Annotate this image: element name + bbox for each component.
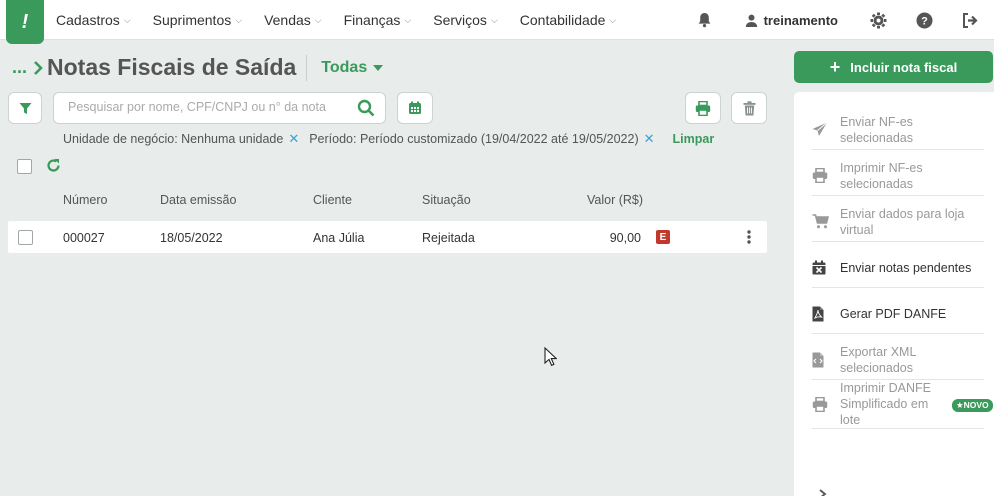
printer-icon bbox=[812, 396, 834, 412]
chevron-down-icon: ⌵ bbox=[123, 14, 131, 25]
user-menu[interactable]: treinamento bbox=[745, 13, 838, 28]
trash-icon bbox=[743, 100, 755, 115]
page-header: ... Notas Fiscais de Saída Todas bbox=[12, 54, 384, 81]
page-title: Notas Fiscais de Saída bbox=[47, 54, 297, 80]
main-nav: Cadastros ⌵ Suprimentos ⌵ Vendas ⌵ Finanças… bbox=[56, 0, 638, 40]
plus-icon: + bbox=[829, 56, 841, 77]
cell-situacao: Rejeitada bbox=[422, 231, 475, 245]
date-filter-button[interactable] bbox=[397, 92, 433, 124]
cell-valor: 90,00 bbox=[609, 231, 641, 245]
app-logo[interactable]: ! bbox=[6, 0, 44, 44]
username: treinamento bbox=[763, 12, 838, 28]
calendar-icon bbox=[409, 101, 421, 114]
select-all-checkbox[interactable] bbox=[17, 159, 32, 174]
top-right-actions: treinamento ? bbox=[695, 0, 994, 40]
add-invoice-button[interactable]: + Incluir nota fiscal bbox=[794, 51, 993, 83]
gear-icon[interactable] bbox=[868, 10, 888, 30]
cart-icon bbox=[812, 214, 834, 229]
action-generate-pdf[interactable]: Gerar PDF DANFE bbox=[812, 294, 984, 334]
filter-button[interactable] bbox=[8, 92, 42, 124]
row-checkbox[interactable] bbox=[18, 230, 33, 245]
column-header-cliente[interactable]: Cliente bbox=[313, 193, 352, 207]
bell-icon[interactable] bbox=[695, 10, 715, 30]
svg-text:?: ? bbox=[921, 15, 928, 27]
chevron-down-icon: ⌵ bbox=[609, 14, 617, 25]
help-icon[interactable]: ? bbox=[914, 10, 934, 30]
printer-icon bbox=[695, 100, 711, 116]
chevron-down-icon: ⌵ bbox=[235, 14, 243, 25]
search-box bbox=[53, 92, 386, 124]
chevron-down-icon: ⌵ bbox=[490, 14, 498, 25]
action-export-xml[interactable]: Exportar XML selecionados bbox=[812, 340, 984, 380]
action-print-nfe[interactable]: Imprimir NF-es selecionadas bbox=[812, 156, 984, 196]
user-icon bbox=[745, 14, 757, 27]
nav-vendas[interactable]: Vendas ⌵ bbox=[264, 12, 322, 28]
printer-icon bbox=[812, 168, 834, 183]
action-send-nfe[interactable]: Enviar NF-es selecionadas bbox=[812, 110, 984, 150]
chevron-right-icon bbox=[34, 60, 43, 75]
pdf-icon bbox=[812, 306, 834, 322]
delete-button[interactable] bbox=[731, 92, 767, 124]
logout-icon[interactable] bbox=[960, 10, 980, 30]
chevron-down-icon: ⌵ bbox=[314, 14, 322, 25]
nav-contabilidade[interactable]: Contabilidade ⌵ bbox=[520, 12, 616, 28]
filter-chip-period: Período: Período customizado (19/04/2022… bbox=[309, 131, 655, 147]
column-header-numero[interactable]: Número bbox=[63, 193, 107, 207]
action-send-store[interactable]: Enviar dados para loja virtual bbox=[812, 202, 984, 242]
active-filters: Unidade de negócio: Nenhuma unidade ✕ Pe… bbox=[63, 131, 714, 147]
column-header-valor[interactable]: Valor (R$) bbox=[587, 193, 643, 207]
cell-data: 18/05/2022 bbox=[160, 231, 223, 245]
caret-down-icon bbox=[373, 64, 384, 71]
nav-servicos[interactable]: Serviços ⌵ bbox=[433, 12, 498, 28]
action-send-pending[interactable]: Enviar notas pendentes bbox=[812, 248, 984, 288]
cell-cliente: Ana Júlia bbox=[313, 231, 365, 245]
breadcrumb-back[interactable]: ... bbox=[12, 57, 27, 78]
status-filter-dropdown[interactable]: Todas bbox=[321, 59, 384, 77]
nav-suprimentos[interactable]: Suprimentos ⌵ bbox=[153, 12, 242, 28]
cell-numero: 000027 bbox=[63, 231, 105, 245]
mouse-cursor-icon bbox=[544, 346, 558, 372]
send-icon bbox=[812, 122, 834, 137]
refresh-icon[interactable] bbox=[46, 158, 61, 178]
print-button[interactable] bbox=[685, 92, 721, 124]
nav-financas[interactable]: Finanças ⌵ bbox=[344, 12, 412, 28]
divider bbox=[306, 54, 308, 81]
filter-chip-unit: Unidade de negócio: Nenhuma unidade ✕ bbox=[63, 131, 300, 147]
actions-panel: Enviar NF-es selecionadas Imprimir NF-es… bbox=[794, 92, 994, 496]
remove-filter-icon[interactable]: ✕ bbox=[288, 131, 299, 147]
search-icon[interactable] bbox=[357, 99, 375, 122]
top-navbar: ! Cadastros ⌵ Suprimentos ⌵ Vendas ⌵ Finanç… bbox=[0, 0, 994, 44]
calendar-x-icon bbox=[812, 260, 834, 275]
nav-cadastros[interactable]: Cadastros ⌵ bbox=[56, 12, 131, 28]
column-header-situacao[interactable]: Situação bbox=[422, 193, 471, 207]
chevron-right-icon[interactable] bbox=[818, 486, 828, 496]
table-row[interactable]: 000027 18/05/2022 Ana Júlia Rejeitada 90… bbox=[8, 221, 767, 253]
clear-filters-link[interactable]: Limpar bbox=[673, 132, 715, 146]
xml-file-icon bbox=[812, 352, 834, 368]
chevron-down-icon: ⌵ bbox=[404, 14, 412, 25]
status-badge: E bbox=[656, 230, 670, 244]
remove-filter-icon[interactable]: ✕ bbox=[644, 131, 655, 147]
more-vertical-icon[interactable] bbox=[745, 229, 753, 250]
new-badge: ★NOVO bbox=[952, 399, 993, 412]
funnel-icon bbox=[19, 102, 31, 114]
column-header-data[interactable]: Data emissão bbox=[160, 193, 236, 207]
search-input[interactable] bbox=[68, 100, 348, 114]
